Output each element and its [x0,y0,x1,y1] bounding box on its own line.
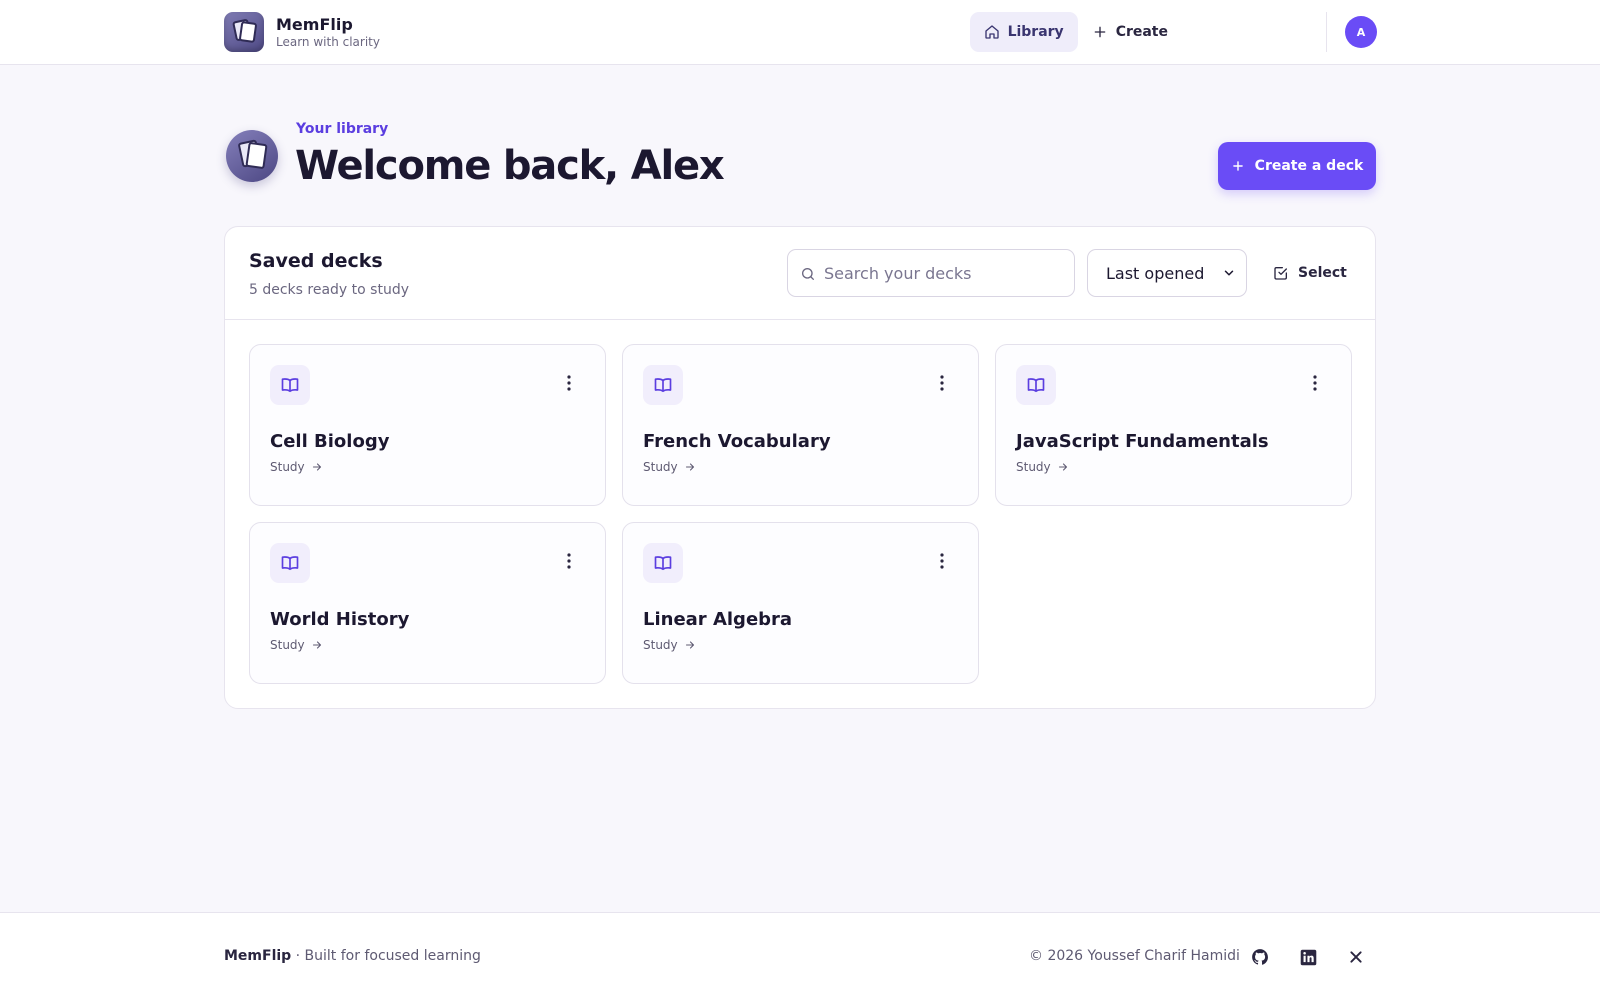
arrow-right-icon [684,639,696,651]
deck-title: World History [270,609,410,630]
study-label: Study [643,460,678,474]
more-options-icon[interactable] [924,543,960,579]
create-deck-button[interactable]: Create a deck [1218,142,1376,190]
create-deck-label: Create a deck [1254,158,1364,174]
deck-title: Linear Algebra [643,609,793,630]
book-icon [270,543,310,583]
more-options-icon[interactable] [1297,365,1333,401]
select-button[interactable]: Select [1265,249,1355,297]
study-label: Study [1016,460,1051,474]
arrow-right-icon [311,461,323,473]
footer-copyright: © 2026 Youssef Charif Hamidi [1029,948,1240,964]
deck-count: 5 decks ready to study [249,282,410,298]
search-icon [800,266,816,282]
github-icon[interactable] [1250,947,1270,967]
brand-tagline: Learn with clarity [276,34,380,49]
nav-create-button[interactable]: Create [1078,12,1182,52]
study-label: Study [270,460,305,474]
arrow-right-icon [1057,461,1069,473]
checkbox-icon [1273,265,1289,281]
memflip-logo-icon [224,12,264,52]
panel-header: Saved decks 5 decks ready to study Last … [225,227,1375,320]
deck-title: Cell Biology [270,431,390,452]
more-options-icon[interactable] [551,543,587,579]
deck-card[interactable]: French Vocabulary Study [622,344,979,506]
study-link[interactable]: Study [1016,460,1069,474]
saved-decks-panel: Saved decks 5 decks ready to study Last … [224,226,1376,709]
arrow-right-icon [684,461,696,473]
study-link[interactable]: Study [643,460,696,474]
deck-card[interactable]: JavaScript Fundamentals Study [995,344,1352,506]
deck-card[interactable]: Cell Biology Study [249,344,606,506]
book-icon [643,365,683,405]
search-box [787,249,1075,297]
chevron-down-icon [1222,266,1236,280]
sort-select[interactable]: Last opened [1087,249,1247,297]
select-label: Select [1298,265,1347,281]
user-avatar[interactable]: A [1345,16,1377,48]
footer-brand: MemFlip · Built for focused learning [224,948,481,964]
deck-card[interactable]: World History Study [249,522,606,684]
arrow-right-icon [311,639,323,651]
deck-title: JavaScript Fundamentals [1016,431,1269,452]
page-title: Welcome back, Alex [295,143,725,189]
nav-create-label: Create [1115,24,1168,40]
study-link[interactable]: Study [270,638,323,652]
study-label: Study [270,638,305,652]
nav-library-label: Library [1007,24,1064,40]
more-options-icon[interactable] [551,365,587,401]
search-input[interactable] [824,250,1068,296]
study-link[interactable]: Study [270,460,323,474]
plus-icon [1231,159,1245,173]
sort-value: Last opened [1106,263,1205,283]
brand[interactable]: MemFlip Learn with clarity [224,12,380,52]
deck-title: French Vocabulary [643,431,831,452]
footer: MemFlip · Built for focused learning © 2… [0,912,1600,1000]
x-icon[interactable] [1346,947,1366,967]
book-icon [270,365,310,405]
nav-library-button[interactable]: Library [969,12,1078,52]
panel-title: Saved decks [249,250,383,272]
nav-divider [1326,12,1327,52]
home-icon [984,24,1000,40]
page-eyebrow: Your library [296,121,389,137]
footer-tagline: · Built for focused learning [291,948,481,964]
plus-icon [1092,24,1108,40]
brand-name: MemFlip [276,14,353,34]
linkedin-icon[interactable] [1298,947,1318,967]
study-link[interactable]: Study [643,638,696,652]
main-nav: Library Create [969,12,1182,52]
study-label: Study [643,638,678,652]
more-options-icon[interactable] [924,365,960,401]
book-icon [1016,365,1056,405]
book-icon [643,543,683,583]
hero-logo-icon [226,130,278,182]
top-bar: MemFlip Learn with clarity Library Creat… [0,0,1600,65]
deck-card[interactable]: Linear Algebra Study [622,522,979,684]
footer-brand-name: MemFlip [224,948,292,964]
